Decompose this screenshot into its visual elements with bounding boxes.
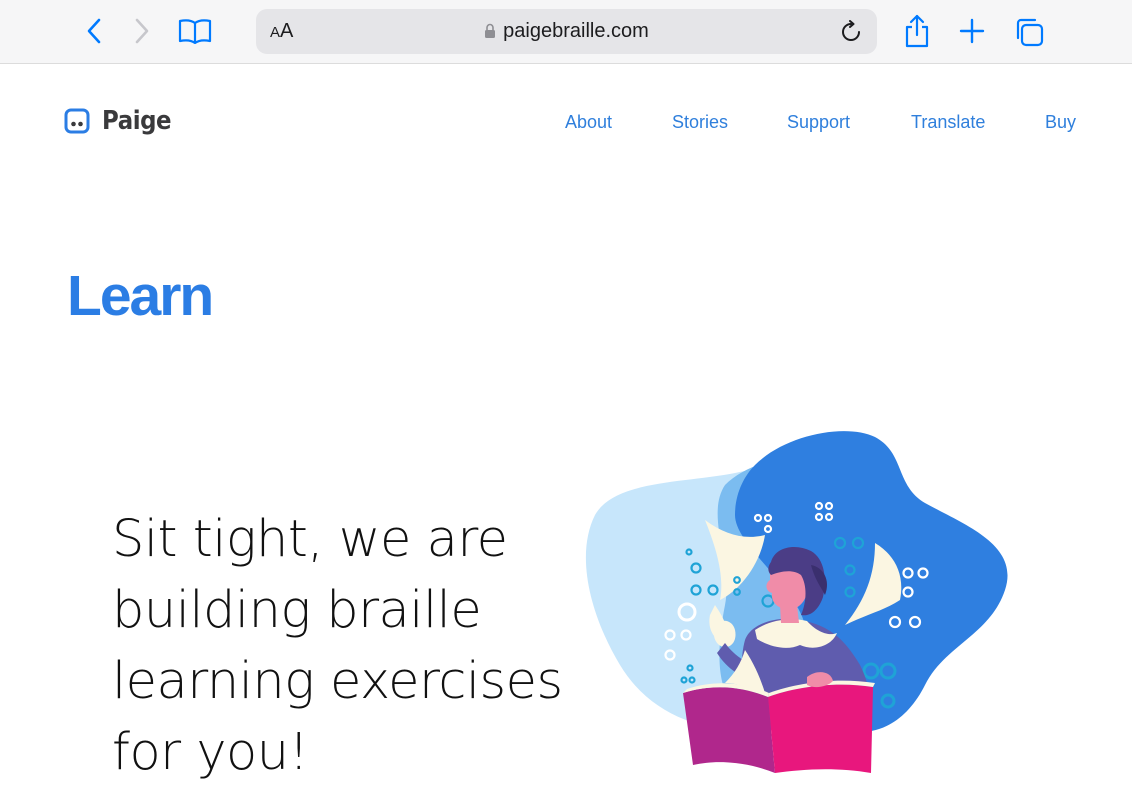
reader-illustration [575, 425, 1015, 773]
chevron-right-icon [135, 18, 149, 44]
nav-link-translate[interactable]: Translate [911, 112, 985, 133]
forward-button[interactable] [126, 14, 158, 48]
nav-link-about[interactable]: About [565, 112, 612, 133]
address-bar[interactable]: AA paigebraille.com [256, 9, 877, 54]
hero-text: Sit tight, we are building braille learn… [112, 510, 563, 782]
aa-small-glyph: A [270, 24, 281, 41]
nav-link-stories[interactable]: Stories [672, 112, 728, 133]
new-tab-button[interactable] [954, 13, 990, 49]
url-text[interactable]: paigebraille.com [503, 20, 649, 43]
back-button[interactable] [78, 14, 110, 48]
girl-reading-book-illustration [585, 431, 1008, 773]
main-nav: About Stories Support Translate Buy [0, 112, 1132, 138]
url-display: paigebraille.com [256, 9, 877, 54]
share-button[interactable] [898, 11, 936, 51]
tab-overview-button[interactable] [1010, 13, 1048, 51]
nav-link-support[interactable]: Support [787, 112, 850, 133]
reload-icon [842, 20, 860, 41]
open-book-icon [178, 19, 212, 44]
site-header: Paige About Stories Support Translate Bu… [0, 64, 1132, 184]
page-title: Learn [67, 264, 214, 328]
nav-link-buy[interactable]: Buy [1045, 112, 1076, 133]
plus-icon [959, 18, 985, 44]
aa-big-glyph: A [280, 20, 294, 42]
bookmarks-button[interactable] [174, 14, 216, 48]
tabs-icon [1016, 18, 1044, 47]
chevron-left-icon [87, 18, 101, 44]
reload-button[interactable] [837, 18, 865, 46]
share-icon [905, 14, 929, 48]
browser-toolbar: AA paigebraille.com [0, 0, 1132, 64]
lock-icon [485, 23, 496, 38]
reader-text-size-button[interactable]: AA [270, 9, 293, 54]
